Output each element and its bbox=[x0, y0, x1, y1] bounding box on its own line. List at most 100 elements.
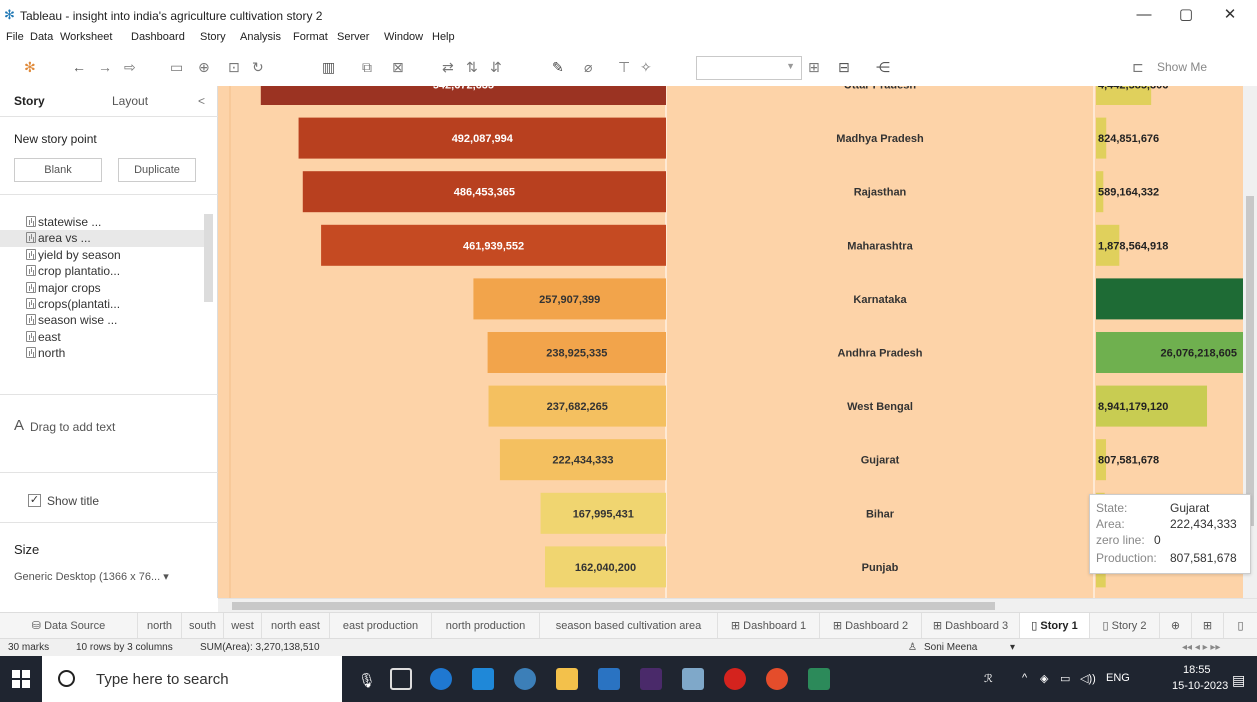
tab-story[interactable]: Story bbox=[14, 94, 45, 108]
show-me-icon[interactable]: ⊏ bbox=[1132, 59, 1144, 76]
language-indicator[interactable]: ENG bbox=[1106, 672, 1130, 684]
area-label[interactable]: 486,453,365 bbox=[454, 187, 515, 199]
save-icon[interactable]: ▭ bbox=[170, 59, 183, 76]
opera-icon[interactable] bbox=[724, 668, 746, 690]
production-label[interactable]: 589,164,332 bbox=[1098, 187, 1159, 199]
tab-north-east[interactable]: north east bbox=[262, 613, 330, 639]
production-label[interactable]: 824,851,676 bbox=[1098, 133, 1159, 145]
microphone-icon[interactable]: 🎙 bbox=[358, 672, 376, 689]
area-label[interactable]: 461,939,552 bbox=[463, 240, 524, 252]
share-icon[interactable]: ⋲ bbox=[876, 59, 890, 76]
drag-to-add-text[interactable]: Drag to add text bbox=[30, 420, 115, 434]
horizontal-scrollbar[interactable] bbox=[218, 598, 1257, 612]
pause-updates-icon[interactable]: ⊡ bbox=[228, 59, 240, 76]
production-label[interactable]: 1,878,564,918 bbox=[1098, 240, 1168, 252]
file-explorer-icon[interactable] bbox=[556, 668, 578, 690]
fit-icon[interactable]: ⊞ bbox=[808, 59, 820, 76]
highlight-icon[interactable]: ✎ bbox=[552, 59, 564, 76]
area-label[interactable]: 237,682,265 bbox=[547, 401, 608, 413]
new-worksheet-icon[interactable]: ▥ bbox=[322, 59, 335, 76]
forward-icon[interactable]: → bbox=[98, 59, 112, 75]
maximize-button[interactable]: ▢ bbox=[1169, 4, 1203, 26]
production-bar[interactable] bbox=[1096, 278, 1243, 320]
tab-dashboard-3[interactable]: ⊞ Dashboard 3 bbox=[922, 613, 1020, 639]
app-icon[interactable] bbox=[640, 668, 662, 690]
chrome-icon[interactable] bbox=[766, 668, 788, 690]
show-hidden-icons[interactable]: ^ bbox=[1022, 672, 1027, 684]
sheet-list-scrollbar[interactable] bbox=[204, 214, 213, 302]
tab-data-source[interactable]: ⛁ Data Source bbox=[0, 613, 138, 639]
sheet-item[interactable]: east bbox=[0, 329, 204, 345]
production-label[interactable]: 8,941,179,120 bbox=[1098, 401, 1168, 413]
tab-west[interactable]: west bbox=[224, 613, 262, 639]
group-icon[interactable]: ⌀ bbox=[584, 59, 592, 76]
network-icon[interactable]: ◈ bbox=[1040, 672, 1048, 685]
area-label[interactable]: 167,995,431 bbox=[573, 508, 634, 520]
state-label[interactable]: Gujarat bbox=[861, 455, 900, 467]
state-label[interactable]: Uttar Pradesh bbox=[844, 86, 916, 92]
redo-icon[interactable]: ⇨ bbox=[124, 59, 136, 76]
area-label[interactable]: 238,925,335 bbox=[546, 348, 607, 360]
tab-season-based-cultivation-area[interactable]: season based cultivation area bbox=[540, 613, 718, 639]
state-label[interactable]: Bihar bbox=[866, 508, 895, 520]
tab-east-production[interactable]: east production bbox=[330, 613, 432, 639]
menu-window[interactable]: Window bbox=[384, 31, 423, 43]
area-label[interactable]: 492,087,994 bbox=[452, 133, 514, 145]
minimize-button[interactable]: — bbox=[1127, 4, 1161, 26]
sheet-item[interactable]: yield by season bbox=[0, 247, 204, 263]
vertical-scrollbar-thumb[interactable] bbox=[1246, 196, 1254, 526]
swap-icon[interactable]: ⇄ bbox=[442, 59, 454, 76]
volume-icon[interactable]: ◁)) bbox=[1080, 672, 1096, 685]
size-dropdown[interactable]: Generic Desktop (1366 x 76... ▾ bbox=[14, 570, 169, 583]
presentation-icon[interactable]: ⊟ bbox=[838, 59, 850, 76]
state-label[interactable]: Punjab bbox=[862, 562, 899, 574]
task-view-icon[interactable] bbox=[390, 668, 412, 690]
state-label[interactable]: West Bengal bbox=[847, 401, 913, 413]
clear-sheet-icon[interactable]: ⊠ bbox=[392, 59, 404, 76]
mail-icon[interactable] bbox=[472, 668, 494, 690]
sort-ascending-icon[interactable]: ⇅ bbox=[466, 59, 478, 76]
people-icon[interactable]: ℛ bbox=[984, 672, 993, 685]
sheet-item[interactable]: crops(plantati... bbox=[0, 296, 204, 312]
windows-start-icon[interactable] bbox=[12, 670, 30, 688]
tableau-taskbar-icon[interactable] bbox=[682, 668, 704, 690]
tab-dashboard-2[interactable]: ⊞ Dashboard 2 bbox=[820, 613, 922, 639]
tab-story-2[interactable]: ▯ Story 2 bbox=[1090, 613, 1160, 639]
tab-north[interactable]: north bbox=[138, 613, 182, 639]
sheet-item[interactable]: north bbox=[0, 345, 204, 361]
area-label[interactable]: 257,907,399 bbox=[539, 294, 600, 306]
area-label[interactable]: 542,672,635 bbox=[433, 86, 494, 92]
edge-icon[interactable] bbox=[430, 668, 452, 690]
state-label[interactable]: Karnataka bbox=[853, 294, 907, 306]
menu-analysis[interactable]: Analysis bbox=[240, 31, 281, 43]
photos-icon[interactable] bbox=[808, 668, 830, 690]
store-icon[interactable] bbox=[598, 668, 620, 690]
sheet-item[interactable]: major crops bbox=[0, 280, 204, 296]
sheet-item[interactable]: crop plantatio... bbox=[0, 263, 204, 279]
menu-file[interactable]: File bbox=[6, 31, 24, 43]
duplicate-sheet-icon[interactable]: ⧉ bbox=[362, 59, 372, 76]
menu-worksheet[interactable]: Worksheet bbox=[60, 31, 112, 43]
tableau-home-icon[interactable]: ✻ bbox=[24, 59, 36, 76]
show-title-checkbox[interactable]: ✓ bbox=[28, 494, 41, 507]
menu-story[interactable]: Story bbox=[200, 31, 226, 43]
area-label[interactable]: 222,434,333 bbox=[552, 455, 613, 467]
new-worksheet-tab-icon[interactable]: ⊕ bbox=[1160, 613, 1192, 639]
area-label[interactable]: 162,040,200 bbox=[575, 562, 636, 574]
back-icon[interactable]: ← bbox=[72, 59, 86, 75]
menu-data[interactable]: Data bbox=[30, 31, 53, 43]
menu-format[interactable]: Format bbox=[293, 31, 328, 43]
clock-time[interactable]: 18:55 bbox=[1183, 664, 1211, 676]
taskbar-search[interactable]: Type here to search bbox=[42, 656, 342, 702]
sheet-item[interactable]: statewise ... bbox=[0, 214, 204, 230]
sheet-nav-icon[interactable]: ◂◂ ◂ ▸ ▸▸ bbox=[1182, 642, 1220, 653]
tab-layout[interactable]: Layout bbox=[112, 94, 148, 108]
state-label[interactable]: Madhya Pradesh bbox=[836, 133, 924, 145]
user-name[interactable]: Soni Meena bbox=[924, 642, 977, 653]
blank-button[interactable]: Blank bbox=[14, 158, 102, 182]
clock-date[interactable]: 15-10-2023 bbox=[1172, 680, 1228, 692]
new-story-tab-icon[interactable]: ▯ bbox=[1224, 613, 1257, 639]
battery-icon[interactable]: ▭ bbox=[1060, 672, 1070, 685]
camera-icon[interactable] bbox=[514, 668, 536, 690]
collapse-panel-button[interactable]: < bbox=[198, 94, 205, 108]
